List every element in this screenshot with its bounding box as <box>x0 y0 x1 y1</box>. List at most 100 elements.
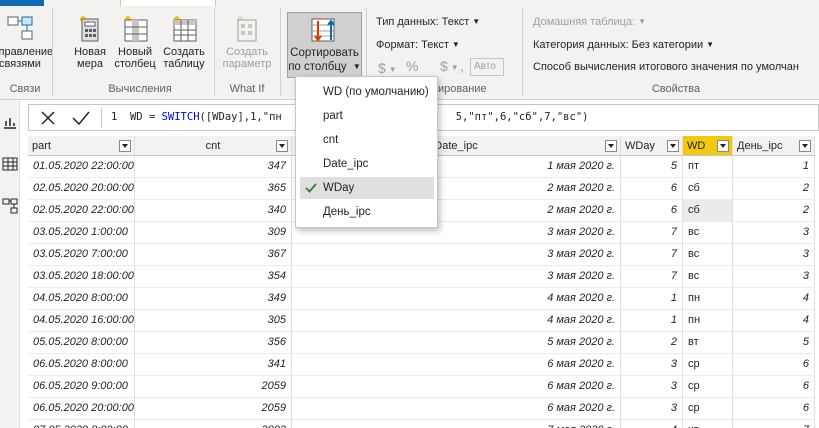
decimal-places-input[interactable]: Авто <box>470 58 504 76</box>
cell-date-ipc[interactable]: 5 мая 2020 г. <box>292 332 621 354</box>
cell-den-ipc[interactable]: 2 <box>733 178 815 200</box>
cell-wd[interactable]: ср <box>683 398 733 420</box>
cell-wday[interactable]: 2 <box>621 332 683 354</box>
column-filter-dropdown-icon[interactable] <box>717 140 729 152</box>
sort-menu-item[interactable]: WD (по умолчанию) <box>300 81 434 103</box>
cell-date-ipc[interactable]: 4 мая 2020 г. <box>292 288 621 310</box>
cell-den-ipc[interactable]: 1 <box>733 156 815 178</box>
cell-cnt[interactable]: 367 <box>135 244 292 266</box>
cell-part[interactable]: 02.05.2020 22:00:00 <box>28 200 135 222</box>
summarization-dropdown[interactable]: Способ вычисления итогового значения по … <box>533 61 799 73</box>
cell-part[interactable]: 02.05.2020 20:00:00 <box>28 178 135 200</box>
cell-den-ipc[interactable]: 6 <box>733 398 815 420</box>
cell-cnt[interactable]: 347 <box>135 156 292 178</box>
percent-format-button[interactable]: % <box>406 58 418 74</box>
cell-wd[interactable]: пн <box>683 310 733 332</box>
cell-part[interactable]: 07.05.2020 8:00:00 <box>28 420 135 428</box>
cell-date-ipc[interactable]: 7 мая 2020 г. <box>292 420 621 428</box>
cell-part[interactable]: 04.05.2020 8:00:00 <box>28 288 135 310</box>
cell-wday[interactable]: 5 <box>621 156 683 178</box>
column-filter-dropdown-icon[interactable] <box>667 140 679 152</box>
cell-wd[interactable]: сб <box>683 178 733 200</box>
cell-wd[interactable]: вс <box>683 244 733 266</box>
ribbon-tab[interactable] <box>120 0 216 6</box>
column-header-den-ipc[interactable]: День_ipc <box>733 136 815 156</box>
column-header-wd[interactable]: WD <box>683 136 733 156</box>
cell-wday[interactable]: 1 <box>621 288 683 310</box>
cell-part[interactable]: 03.05.2020 7:00:00 <box>28 244 135 266</box>
model-view-icon[interactable] <box>2 198 18 214</box>
comma-format-button[interactable]: , <box>460 58 464 74</box>
cell-cnt[interactable]: 365 <box>135 178 292 200</box>
cell-wday[interactable]: 7 <box>621 266 683 288</box>
format-dropdown[interactable]: Формат: Текст ▼ <box>376 39 460 51</box>
cell-wday[interactable]: 7 <box>621 244 683 266</box>
cell-part[interactable]: 01.05.2020 22:00:00 <box>28 156 135 178</box>
cell-cnt[interactable]: 356 <box>135 332 292 354</box>
column-header-wday[interactable]: WDay <box>621 136 683 156</box>
new-table-button[interactable]: Создать таблицу <box>160 14 208 70</box>
cell-wd[interactable]: вт <box>683 332 733 354</box>
cell-wd[interactable]: вс <box>683 266 733 288</box>
data-category-dropdown[interactable]: Категория данных: Без категории ▼ <box>533 39 714 51</box>
cell-wday[interactable]: 3 <box>621 354 683 376</box>
currency-format-button[interactable]: $ ▼ <box>440 58 459 74</box>
sort-menu-item[interactable]: День_ipc <box>300 201 434 223</box>
cell-wday[interactable]: 1 <box>621 310 683 332</box>
cell-cnt[interactable]: 349 <box>135 288 292 310</box>
sort-menu-item[interactable]: WDay <box>300 177 434 199</box>
cell-den-ipc[interactable]: 2 <box>733 200 815 222</box>
cell-wd[interactable]: вс <box>683 222 733 244</box>
cell-wday[interactable]: 6 <box>621 178 683 200</box>
data-type-dropdown[interactable]: Тип данных: Текст ▼ <box>376 16 480 28</box>
cancel-formula-icon[interactable] <box>39 109 57 127</box>
cell-den-ipc[interactable]: 3 <box>733 222 815 244</box>
sort-by-column-button[interactable]: Сортировать по столбцу ▼ <box>287 12 362 78</box>
cell-wday[interactable]: 6 <box>621 200 683 222</box>
cell-den-ipc[interactable]: 6 <box>733 376 815 398</box>
cell-wd[interactable]: ср <box>683 354 733 376</box>
cell-den-ipc[interactable]: 5 <box>733 332 815 354</box>
cell-date-ipc[interactable]: 4 мая 2020 г. <box>292 310 621 332</box>
cell-wday[interactable]: 3 <box>621 398 683 420</box>
cell-den-ipc[interactable]: 3 <box>733 244 815 266</box>
column-filter-dropdown-icon[interactable] <box>799 140 811 152</box>
cell-cnt[interactable]: 2059 <box>135 376 292 398</box>
cell-cnt[interactable]: 2059 <box>135 398 292 420</box>
cell-cnt[interactable]: 309 <box>135 222 292 244</box>
column-filter-dropdown-icon[interactable] <box>119 140 131 152</box>
cell-den-ipc[interactable]: 6 <box>733 354 815 376</box>
cell-part[interactable]: 04.05.2020 16:00:00 <box>28 310 135 332</box>
cell-wday[interactable]: 4 <box>621 420 683 428</box>
cell-date-ipc[interactable]: 6 мая 2020 г. <box>292 376 621 398</box>
data-view-icon[interactable] <box>2 156 18 172</box>
cell-part[interactable]: 06.05.2020 9:00:00 <box>28 376 135 398</box>
cell-den-ipc[interactable]: 7 <box>733 420 815 428</box>
cell-cnt[interactable]: 2002 <box>135 420 292 428</box>
commit-formula-icon[interactable] <box>71 109 91 127</box>
cell-wd[interactable]: сб <box>683 200 733 222</box>
cell-wd[interactable]: ср <box>683 376 733 398</box>
cell-cnt[interactable]: 354 <box>135 266 292 288</box>
cell-date-ipc[interactable]: 6 мая 2020 г. <box>292 354 621 376</box>
sort-menu-item[interactable]: part <box>300 105 434 127</box>
cell-cnt[interactable]: 340 <box>135 200 292 222</box>
cell-date-ipc[interactable]: 3 мая 2020 г. <box>292 244 621 266</box>
report-view-icon[interactable] <box>2 114 18 130</box>
column-header-cnt[interactable]: cnt <box>135 136 292 156</box>
cell-wday[interactable]: 3 <box>621 376 683 398</box>
ribbon-tab-active[interactable] <box>0 0 44 6</box>
cell-date-ipc[interactable]: 6 мая 2020 г. <box>292 398 621 420</box>
new-measure-button[interactable]: Новая мера <box>70 14 110 70</box>
column-header-part[interactable]: part <box>28 136 135 156</box>
cell-den-ipc[interactable]: 4 <box>733 288 815 310</box>
cell-wday[interactable]: 7 <box>621 222 683 244</box>
cell-part[interactable]: 06.05.2020 20:00:00 <box>28 398 135 420</box>
cell-cnt[interactable]: 341 <box>135 354 292 376</box>
column-filter-dropdown-icon[interactable] <box>276 140 288 152</box>
home-table-dropdown[interactable]: Домашняя таблица: ▼ <box>533 16 646 28</box>
cell-cnt[interactable]: 305 <box>135 310 292 332</box>
cell-wd[interactable]: чт <box>683 420 733 428</box>
currency-format-button-2[interactable]: $ ▼ <box>378 60 397 76</box>
sort-menu-item[interactable]: cnt <box>300 129 434 151</box>
